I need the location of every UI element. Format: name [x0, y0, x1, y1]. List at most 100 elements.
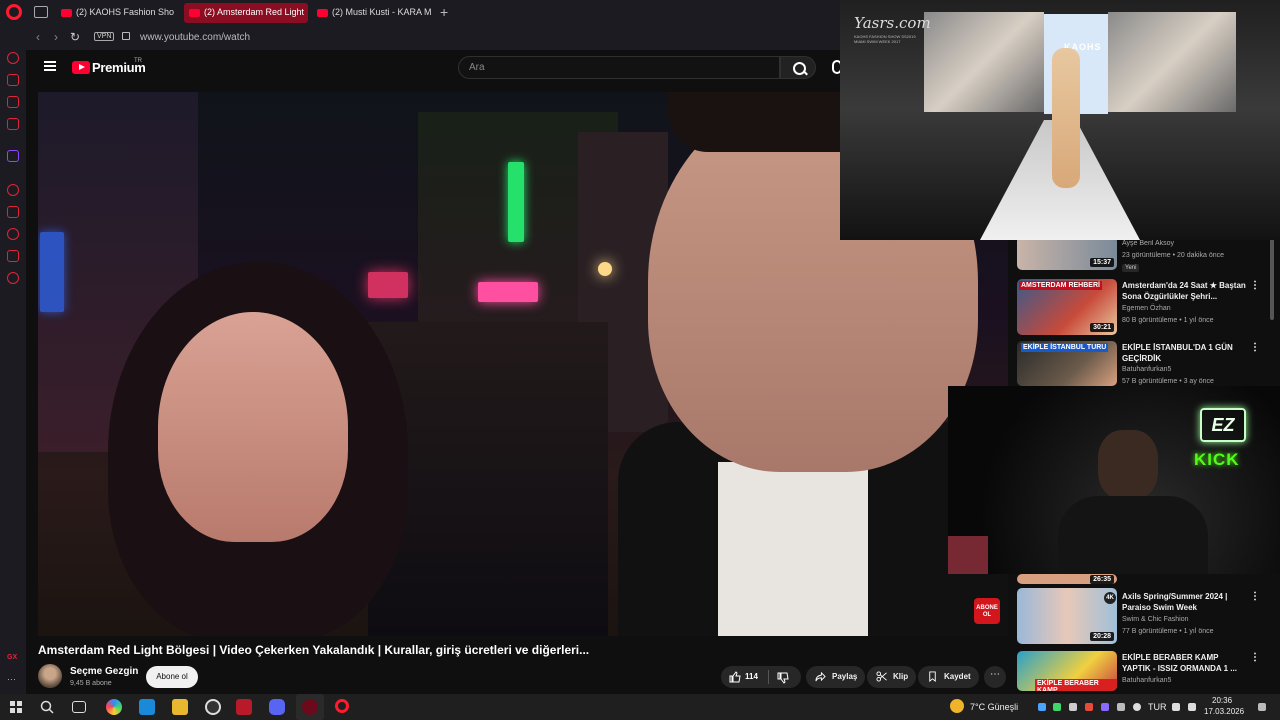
language-indicator[interactable]: TUR	[1148, 702, 1167, 712]
task-view-icon[interactable]	[72, 701, 86, 713]
bookmark-icon[interactable]	[7, 206, 19, 218]
rec-title[interactable]: Axils Spring/Summer 2024 | Paraiso Swim …	[1122, 591, 1246, 613]
shopping-icon[interactable]	[7, 74, 19, 86]
subscribe-overlay-badge[interactable]: ABONE OL	[974, 598, 1000, 624]
4k-badge: 4K	[1104, 592, 1116, 604]
volume-icon[interactable]	[1188, 703, 1196, 711]
rec-title[interactable]: EKİPLE İSTANBUL'DA 1 GÜN GEÇİRDİK	[1122, 342, 1246, 364]
start-icon[interactable]	[10, 701, 22, 713]
rec-thumbnail[interactable]: AMSTERDAM REHBERİ 30:21	[1017, 279, 1117, 335]
bookmark-icon	[929, 671, 936, 682]
opera-gx-icon[interactable]	[302, 699, 318, 715]
side-screen	[924, 12, 1044, 112]
twitch-icon[interactable]	[7, 150, 19, 162]
save-button[interactable]: Kaydet	[918, 666, 979, 688]
tab-amsterdam[interactable]: (2) Amsterdam Red Light	[184, 3, 308, 23]
video-editor-icon[interactable]	[236, 699, 252, 715]
copilot-icon[interactable]	[106, 699, 122, 715]
rec-thumbnail[interactable]: EKİPLE BERABER KAMP	[1017, 651, 1117, 691]
rec-thumbnail[interactable]: 15:37	[1017, 236, 1117, 270]
weather-text[interactable]: 7°C Güneşli	[970, 702, 1018, 712]
file-explorer-icon[interactable]	[172, 699, 188, 715]
opera-icon[interactable]	[335, 699, 349, 713]
back-icon[interactable]: ‹	[36, 30, 40, 44]
model	[1052, 48, 1080, 188]
neon-light	[508, 162, 524, 242]
menu-icon[interactable]	[44, 61, 56, 71]
like-count[interactable]: 114	[745, 672, 758, 681]
rec-channel[interactable]: Batuhanfurkan5	[1122, 366, 1171, 373]
lock-icon[interactable]	[122, 32, 130, 40]
rec-menu-icon[interactable]: ⋮	[1250, 280, 1260, 291]
tab-musti-kusti[interactable]: (2) Musti Kusti - KARA M	[312, 3, 434, 23]
discord-tray-icon[interactable]	[1069, 703, 1077, 711]
rec-thumbnail[interactable]: 20:28	[1017, 588, 1117, 644]
wifi-icon[interactable]	[1172, 703, 1180, 711]
nvidia-icon[interactable]	[1053, 703, 1061, 711]
new-tab-plus-icon[interactable]: +	[440, 4, 448, 20]
clock-icon[interactable]	[7, 228, 19, 240]
weather-sun-icon[interactable]	[950, 699, 964, 713]
tray-icon[interactable]	[1038, 703, 1046, 711]
opera-menu-icon[interactable]	[6, 4, 22, 20]
vpn-badge[interactable]: VPN	[94, 32, 115, 41]
youtube-header: Premium TR Ara	[26, 50, 842, 84]
rec-channel[interactable]: Ayşe Beril Aksoy	[1122, 240, 1174, 247]
rec-menu-icon[interactable]: ⋮	[1250, 591, 1260, 602]
rec-title[interactable]: Amsterdam'da 24 Saat ★ Baştan Sona Özgür…	[1122, 280, 1246, 302]
clip-button[interactable]: Klip	[867, 666, 917, 688]
workspaces-icon[interactable]	[34, 6, 48, 18]
subscribe-button[interactable]: Abone ol	[146, 666, 198, 688]
url-field[interactable]: www.youtube.com/watch	[140, 32, 250, 43]
search-button[interactable]	[780, 56, 816, 79]
messenger-icon[interactable]	[7, 96, 19, 108]
search-input[interactable]: Ara	[458, 56, 780, 79]
thumbs-down-icon[interactable]	[777, 672, 789, 684]
rec-thumbnail[interactable]: 26:35	[1017, 574, 1117, 584]
discord-icon[interactable]	[269, 699, 285, 715]
tab-label: (2) Musti Kusti - KARA M	[332, 7, 432, 17]
outlook-icon[interactable]	[139, 699, 155, 715]
video-duration: 26:35	[1090, 575, 1114, 584]
pip-video-stream[interactable]: EZ KICK	[948, 386, 1280, 574]
rec-channel[interactable]: Swim & Chic Fashion	[1122, 616, 1189, 623]
rec-channel[interactable]: Batuhanfurkan5	[1122, 677, 1171, 684]
rec-channel[interactable]: Egemen Özhan	[1122, 305, 1171, 312]
app-icon[interactable]	[205, 699, 221, 715]
youtube-logo-icon[interactable]	[72, 61, 90, 74]
search-icon[interactable]	[40, 700, 54, 714]
settings-icon[interactable]	[7, 272, 19, 284]
mic-icon[interactable]	[1133, 703, 1141, 711]
clock-date[interactable]: 17.03.2026	[1204, 707, 1244, 716]
more-actions-button[interactable]: ⋯	[984, 666, 1006, 688]
share-icon	[815, 671, 826, 682]
channel-name[interactable]: Seçme Gezgin	[70, 666, 138, 677]
more-sidebar-icon[interactable]: ⋯	[7, 674, 19, 686]
rec-menu-icon[interactable]: ⋮	[1250, 652, 1260, 663]
history-icon[interactable]	[7, 52, 19, 64]
tray-icon[interactable]	[1101, 703, 1109, 711]
rec-thumbnail[interactable]: EKİPLE İSTANBUL TURU	[1017, 341, 1117, 386]
forward-icon[interactable]: ›	[54, 30, 58, 44]
avatar[interactable]	[38, 664, 62, 688]
notifications-icon[interactable]	[1258, 703, 1266, 711]
bluetooth-icon[interactable]	[1117, 703, 1125, 711]
tab-kaohs[interactable]: (2) KAOHS Fashion Show	[56, 3, 174, 23]
rec-meta: 77 B görüntüleme • 1 yıl önce	[1122, 628, 1214, 635]
reload-icon[interactable]: ↻	[70, 30, 80, 44]
pinboard-icon[interactable]	[7, 250, 19, 262]
clock-time[interactable]: 20:36	[1212, 696, 1232, 705]
mail-icon[interactable]	[7, 118, 19, 130]
tab-label: (2) KAOHS Fashion Show	[76, 7, 174, 17]
share-button[interactable]: Paylaş	[806, 666, 866, 688]
rec-meta: 57 B görüntüleme • 3 ay önce	[1122, 378, 1214, 385]
youtube-favicon-icon	[189, 9, 200, 17]
pip-video-fashion-show[interactable]: KAOHS Yasrs.com KAOHS FASHION SHOW SS201…	[840, 0, 1280, 240]
player-icon[interactable]	[7, 184, 19, 196]
gx-icon[interactable]: GX	[7, 654, 19, 666]
rec-menu-icon[interactable]: ⋮	[1250, 342, 1260, 353]
neon-light	[40, 232, 64, 312]
tray-icon[interactable]	[1085, 703, 1093, 711]
rec-title[interactable]: EKİPLE BERABER KAMP YAPTIK - ISSIZ ORMAN…	[1122, 652, 1246, 674]
thumbs-up-icon[interactable]	[729, 671, 741, 683]
